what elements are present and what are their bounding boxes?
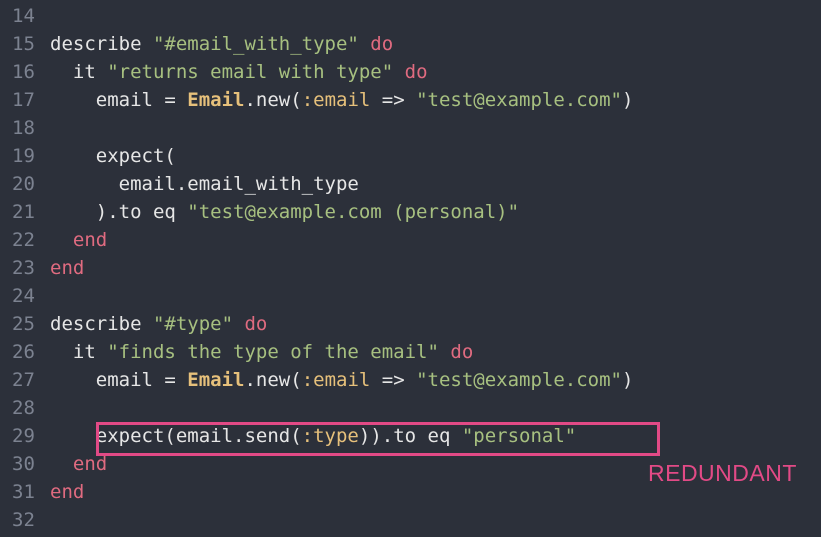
code-line[interactable]: 24 [0, 282, 50, 310]
code-token: it [50, 61, 108, 83]
line-number: 19 [12, 145, 35, 167]
code-token: describe [50, 313, 153, 335]
code-text: ).to eq "test@example.com (personal)" [50, 198, 519, 226]
code-token: end [50, 453, 108, 475]
code-line[interactable]: 32 [0, 506, 50, 534]
code-text: describe "#email_with_type" do [50, 30, 393, 58]
redundant-highlight-box [96, 422, 660, 456]
code-text: it "returns email with type" do [50, 58, 428, 86]
code-token: "finds the type of the email" [107, 341, 439, 363]
code-text: it "finds the type of the email" do [50, 338, 473, 366]
line-number: 17 [12, 89, 35, 111]
code-line[interactable]: 28 [0, 394, 50, 422]
code-token: "test@example.com (personal)" [187, 201, 520, 223]
line-number: 14 [12, 5, 35, 27]
code-line[interactable]: 20 email.email_with_type [0, 170, 359, 198]
code-token: end [50, 481, 85, 503]
code-text: email.email_with_type [50, 170, 359, 198]
line-number: 29 [12, 425, 35, 447]
code-editor[interactable]: 14 15 describe "#email_with_type" do 16 it … [0, 0, 821, 537]
code-text: describe "#type" do [50, 310, 267, 338]
code-token: expect( [50, 145, 176, 167]
line-number: 25 [12, 313, 35, 335]
code-token: end [50, 229, 108, 251]
code-token: "test@example.com" [416, 369, 622, 391]
code-token: "#email_with_type" [152, 33, 359, 55]
code-text: end [50, 254, 84, 282]
code-text: end [50, 478, 84, 506]
code-line[interactable]: 26 it "finds the type of the email" do [0, 338, 473, 366]
code-token: ) [622, 369, 634, 391]
code-line[interactable]: 31 end [0, 478, 84, 506]
line-number: 32 [12, 509, 35, 531]
code-text: email = Email.new(:email => "test@exampl… [50, 366, 634, 394]
code-line[interactable]: 14 [0, 2, 50, 30]
code-line[interactable]: 22 end [0, 226, 107, 254]
code-token: :email [301, 369, 371, 391]
line-number: 15 [12, 33, 35, 55]
code-line[interactable]: 16 it "returns email with type" do [0, 58, 428, 86]
code-line[interactable]: 23 end [0, 254, 84, 282]
code-line[interactable]: 21 ).to eq "test@example.com (personal)" [0, 198, 519, 226]
code-text: end [50, 226, 107, 254]
line-number: 22 [12, 229, 35, 251]
code-text: email = Email.new(:email => "test@exampl… [50, 86, 634, 114]
code-token: do [438, 341, 474, 363]
code-token: it [50, 341, 108, 363]
code-line[interactable]: 17 email = Email.new(:email => "test@exa… [0, 86, 633, 114]
line-number: 16 [12, 61, 35, 83]
code-token: email = [50, 89, 188, 111]
code-token: describe [50, 33, 153, 55]
code-line[interactable]: 18 [0, 114, 50, 142]
code-token: :email [301, 89, 371, 111]
code-token: email.email_with_type [50, 173, 359, 195]
code-line[interactable]: 15 describe "#email_with_type" do [0, 30, 393, 58]
line-number: 20 [12, 173, 35, 195]
code-token: ) [622, 89, 634, 111]
code-token: email = [50, 369, 188, 391]
code-token: => [370, 89, 417, 111]
line-number: 21 [12, 201, 35, 223]
code-token: do [393, 61, 428, 83]
code-line[interactable]: 27 email = Email.new(:email => "test@exa… [0, 366, 633, 394]
code-token: "returns email with type" [107, 61, 394, 83]
line-number: 24 [12, 285, 35, 307]
code-token: .new( [244, 369, 302, 391]
code-token: do [358, 33, 394, 55]
code-line[interactable]: 25 describe "#type" do [0, 310, 267, 338]
line-number: 31 [12, 481, 35, 503]
line-number: 30 [12, 453, 35, 475]
code-token: => [370, 369, 417, 391]
redundant-annotation: REDUNDANT [648, 460, 797, 486]
code-line[interactable]: 19 expect( [0, 142, 176, 170]
code-token: "#type" [152, 313, 234, 335]
line-number: 26 [12, 341, 35, 363]
code-token: Email [187, 89, 245, 111]
line-number: 27 [12, 369, 35, 391]
code-token: end [50, 257, 85, 279]
code-token: .new( [244, 89, 302, 111]
code-token: ).to eq [50, 201, 188, 223]
code-text: expect( [50, 142, 176, 170]
code-token: do [233, 313, 268, 335]
code-token: "test@example.com" [416, 89, 622, 111]
line-number: 28 [12, 397, 35, 419]
code-token: Email [187, 369, 245, 391]
code-line[interactable]: 30 end [0, 450, 107, 478]
line-number: 18 [12, 117, 35, 139]
line-number: 23 [12, 257, 35, 279]
